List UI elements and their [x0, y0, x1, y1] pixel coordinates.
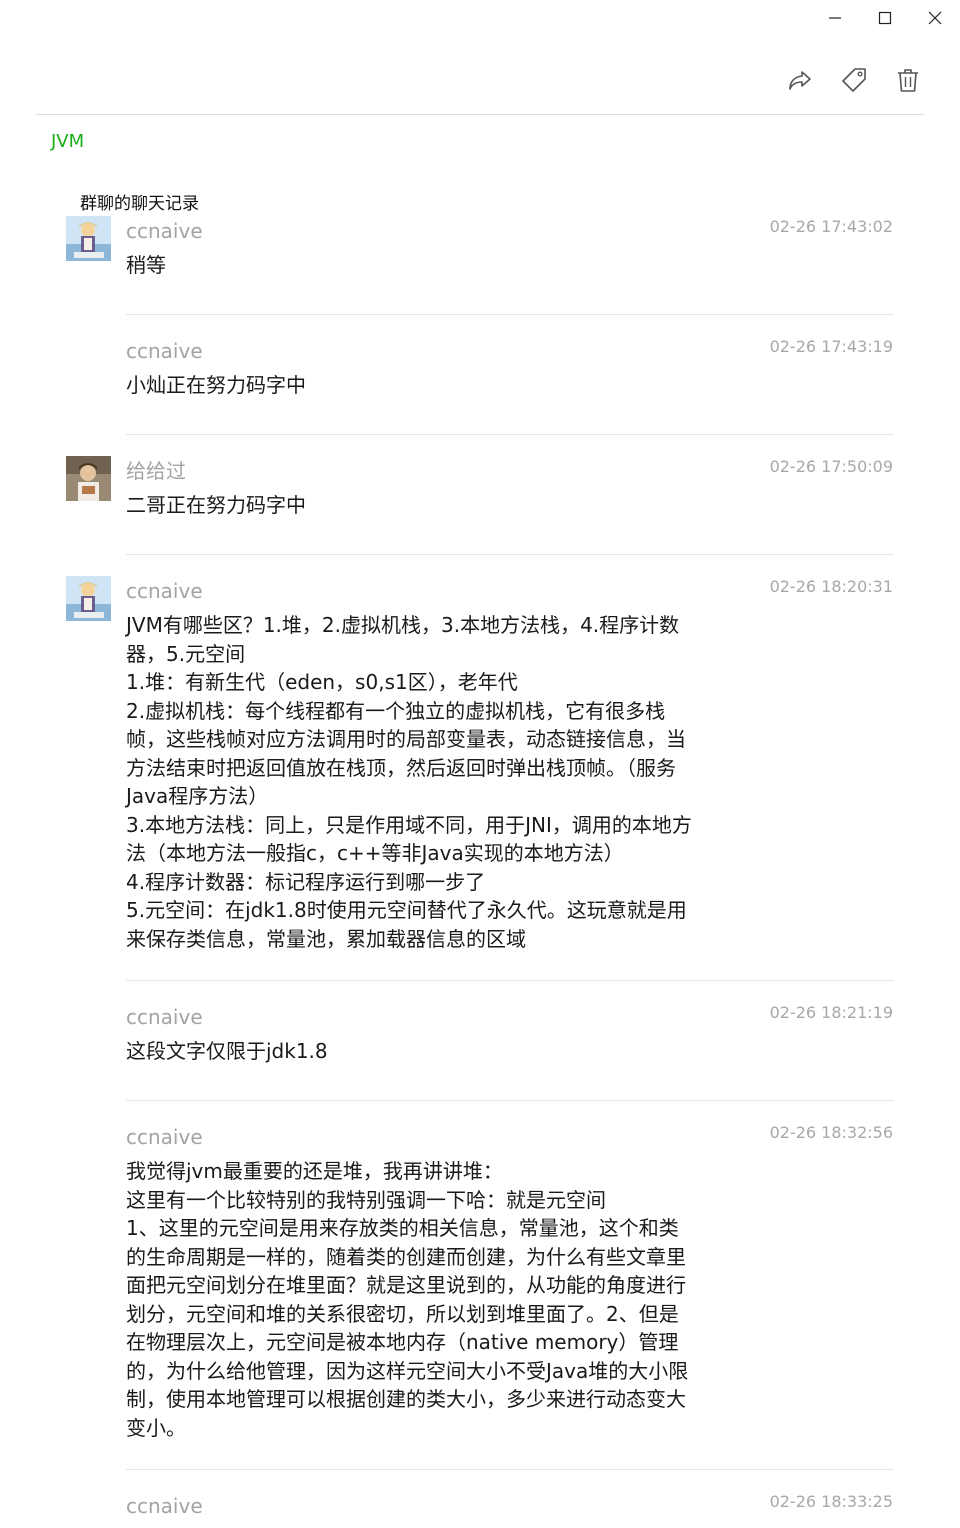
- message-content: 二哥正在努力码字中: [126, 493, 306, 517]
- message-time: 02-26 17:50:09: [769, 457, 893, 476]
- toolbar: [784, 62, 924, 98]
- avatar-geigeiguo[interactable]: [66, 456, 111, 501]
- message-divider: [126, 1469, 894, 1470]
- message-divider: [126, 980, 894, 981]
- tag-icon: [842, 68, 866, 92]
- avatar-ccnaive[interactable]: [66, 576, 111, 621]
- message-content: 我觉得jvm最重要的还是堆，我再讲讲堆： 这里有一个比较特别的我特别强调一下哈：…: [126, 1159, 689, 1440]
- message-time: 02-26 18:20:31: [769, 577, 893, 596]
- header-divider: [36, 114, 924, 115]
- message-content: 小灿正在努力码字中: [126, 373, 306, 397]
- message-content: JVM有哪些区？1.堆，2.虚拟机栈，3.本地方法栈，4.程序计数 器，5.元空…: [126, 613, 692, 951]
- window-controls: [810, 0, 960, 36]
- message-divider: [126, 434, 894, 435]
- message-time: 02-26 18:21:19: [769, 1003, 893, 1022]
- record-title: 群聊的聊天记录: [80, 194, 199, 214]
- avatar-image: [66, 456, 111, 501]
- message-content: 这段文字仅限于jdk1.8: [126, 1039, 328, 1063]
- avatar-image: [66, 576, 111, 621]
- share-icon: [789, 71, 811, 90]
- close-icon: [928, 11, 942, 25]
- message-divider: [126, 314, 894, 315]
- tag-label[interactable]: JVM: [51, 131, 84, 152]
- delete-button[interactable]: [892, 62, 924, 98]
- message-divider: [126, 1100, 894, 1101]
- minimize-button[interactable]: [810, 0, 860, 36]
- avatar-ccnaive[interactable]: [66, 216, 111, 261]
- forward-button[interactable]: [784, 62, 816, 98]
- message-time: 02-26 17:43:02: [769, 217, 893, 236]
- minimize-icon: [829, 17, 841, 19]
- message-time: 02-26 18:33:25: [769, 1492, 893, 1511]
- sender-name: ccnaive: [126, 1494, 203, 1518]
- tag-button[interactable]: [838, 62, 870, 98]
- sender-name: ccnaive: [126, 1125, 203, 1149]
- message-time: 02-26 17:43:19: [769, 337, 893, 356]
- sender-name: ccnaive: [126, 579, 203, 603]
- sender-name: 给给过: [126, 459, 186, 483]
- message-time: 02-26 18:32:56: [769, 1123, 893, 1142]
- message-content: 稍等: [126, 253, 166, 277]
- message-divider: [126, 554, 894, 555]
- sender-name: ccnaive: [126, 1005, 203, 1029]
- avatar-image: [66, 216, 111, 261]
- sender-name: ccnaive: [126, 339, 203, 363]
- sender-name: ccnaive: [126, 219, 203, 243]
- maximize-button[interactable]: [860, 0, 910, 36]
- maximize-icon: [878, 11, 892, 25]
- close-button[interactable]: [910, 0, 960, 36]
- trash-icon: [898, 69, 918, 92]
